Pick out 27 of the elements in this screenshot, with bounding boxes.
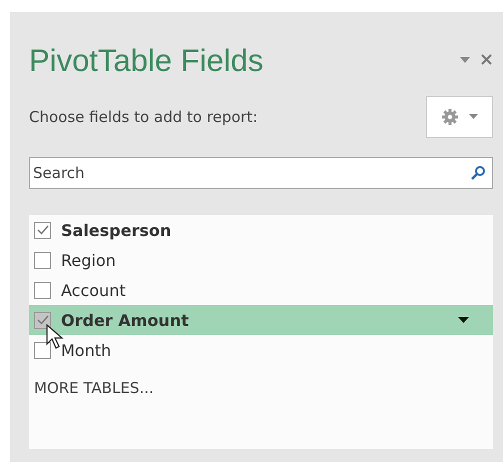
search-icon xyxy=(470,165,486,181)
field-row[interactable]: Month xyxy=(29,335,493,365)
settings-button[interactable] xyxy=(426,96,493,138)
checkbox[interactable] xyxy=(34,222,51,238)
checkmark-icon xyxy=(36,315,48,325)
field-name: Region xyxy=(61,250,116,270)
checkbox[interactable] xyxy=(34,252,51,268)
field-name: Account xyxy=(61,280,126,300)
more-tables-link[interactable]: MORE TABLES... xyxy=(34,379,154,397)
field-row[interactable]: Account xyxy=(29,275,493,305)
close-icon[interactable] xyxy=(480,53,493,66)
checkbox[interactable] xyxy=(34,312,51,328)
dropdown-arrow-icon[interactable] xyxy=(458,316,469,324)
dropdown-caret-icon[interactable] xyxy=(459,56,471,64)
pane-title: PivotTable Fields xyxy=(29,43,264,79)
field-name: Order Amount xyxy=(61,310,189,330)
checkmark-icon xyxy=(36,225,48,235)
field-name: Month xyxy=(61,340,112,360)
field-name: Salesperson xyxy=(61,220,172,240)
field-row[interactable]: Region xyxy=(29,245,493,275)
checkbox[interactable] xyxy=(34,282,51,298)
instruction-text: Choose fields to add to report: xyxy=(29,108,258,126)
caret-icon xyxy=(469,114,478,120)
checkbox[interactable] xyxy=(34,342,51,358)
field-row[interactable]: Salesperson xyxy=(29,215,493,245)
search-field[interactable]: Search xyxy=(29,157,493,189)
field-row[interactable]: Order Amount xyxy=(29,305,493,335)
